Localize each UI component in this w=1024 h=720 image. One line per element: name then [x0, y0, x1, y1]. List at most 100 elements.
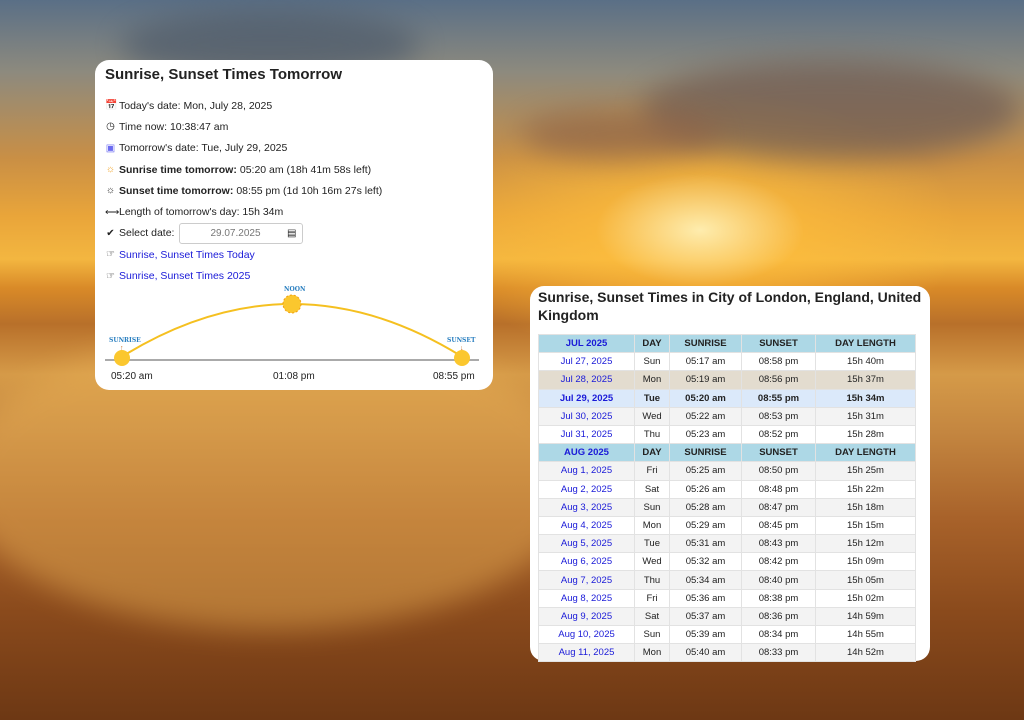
- table-row: Aug 6, 2025 Wed 05:32 am 08:42 pm 15h 09m: [538, 552, 916, 572]
- row-day-length: 15h 05m: [815, 570, 916, 590]
- row-day: Tue: [634, 534, 670, 554]
- row-sunset: 08:42 pm: [741, 552, 816, 572]
- arrows-horizontal-icon: ⟷: [105, 206, 120, 218]
- row-date[interactable]: Aug 9, 2025: [538, 606, 635, 627]
- month-header-row: JUL 2025 DAY SUNRISE SUNSET DAY LENGTH: [538, 333, 916, 354]
- table-row: Aug 3, 2025 Sun 05:28 am 08:47 pm 15h 18m: [538, 497, 916, 517]
- column-header: SUNRISE: [669, 443, 742, 463]
- table-row: Aug 10, 2025 Sun 05:39 am 08:34 pm 14h 55m: [538, 624, 916, 645]
- row-sunset: 08:36 pm: [741, 606, 816, 627]
- row-sunrise: 05:23 am: [669, 424, 742, 445]
- row-day-length: 14h 59m: [815, 606, 916, 627]
- row-sunset: 08:56 pm: [741, 370, 816, 390]
- row-sunrise: 05:26 am: [669, 479, 742, 499]
- row-sunrise: 05:19 am: [669, 370, 742, 390]
- sunset-sun-icon: [454, 350, 470, 366]
- table-row: Jul 28, 2025 Mon 05:19 am 08:56 pm 15h 37m: [538, 370, 916, 390]
- table-title: Sunrise, Sunset Times in City of London,…: [538, 289, 922, 323]
- table-row: Jul 30, 2025 Wed 05:22 am 08:53 pm 15h 31m: [538, 406, 916, 426]
- sunrise-value: 05:20 am (18h 41m 58s left): [239, 163, 372, 176]
- row-sunrise: 05:28 am: [669, 497, 742, 517]
- row-sunset: 08:40 pm: [741, 570, 816, 590]
- row-sunset: 08:55 pm: [741, 388, 816, 408]
- row-day-length: 15h 15m: [815, 515, 916, 536]
- row-date[interactable]: Aug 6, 2025: [538, 552, 635, 572]
- row-date[interactable]: Aug 10, 2025: [538, 624, 635, 645]
- row-day: Wed: [634, 406, 670, 426]
- select-date-label: Select date:: [119, 227, 175, 240]
- column-header: DAY LENGTH: [815, 333, 916, 354]
- check-icon: ✔: [106, 227, 115, 239]
- row-day: Sun: [634, 624, 670, 645]
- row-date[interactable]: Aug 2, 2025: [538, 479, 635, 499]
- today-date: Today's date: Mon, July 28, 2025: [119, 99, 273, 112]
- row-sunrise: 05:20 am: [669, 388, 742, 408]
- row-day: Mon: [634, 370, 670, 390]
- table-row: Aug 4, 2025 Mon 05:29 am 08:45 pm 15h 15m: [538, 515, 916, 536]
- row-day-length: 15h 09m: [815, 552, 916, 572]
- calendar-tomorrow-icon: ▣: [105, 142, 116, 154]
- sunset-tag: SUNSET: [447, 337, 476, 344]
- row-sunrise: 05:37 am: [669, 606, 742, 627]
- column-header: DAY LENGTH: [815, 443, 916, 463]
- noon-sun-icon: [282, 294, 302, 314]
- row-date[interactable]: Jul 27, 2025: [538, 352, 635, 372]
- row-day: Sun: [634, 352, 670, 372]
- row-date[interactable]: Aug 3, 2025: [538, 497, 635, 517]
- table-row: Aug 5, 2025 Tue 05:31 am 08:43 pm 15h 12m: [538, 534, 916, 554]
- table-row: Aug 1, 2025 Fri 05:25 am 08:50 pm 15h 25m: [538, 461, 916, 481]
- column-header: SUNSET: [741, 443, 816, 463]
- calendar-icon: 📅: [105, 100, 118, 112]
- row-sunrise: 05:31 am: [669, 534, 742, 554]
- row-sunrise: 05:17 am: [669, 352, 742, 372]
- link-sunrise-sunset-year[interactable]: Sunrise, Sunset Times 2025: [119, 270, 250, 282]
- row-sunset: 08:58 pm: [741, 352, 816, 372]
- row-date[interactable]: Aug 1, 2025: [538, 461, 635, 481]
- row-day: Fri: [634, 461, 670, 481]
- row-day: Sat: [634, 479, 670, 499]
- row-day-length: 15h 25m: [815, 461, 916, 481]
- table-row: Aug 11, 2025 Mon 05:40 am 08:33 pm 14h 52m: [538, 643, 916, 663]
- row-sunset: 08:48 pm: [741, 479, 816, 499]
- row-day: Sun: [634, 497, 670, 517]
- row-day: Sat: [634, 606, 670, 627]
- link-sunrise-sunset-today[interactable]: Sunrise, Sunset Times Today: [119, 249, 255, 261]
- calendar-picker-icon[interactable]: ▤: [287, 228, 296, 239]
- row-sunrise: 05:22 am: [669, 406, 742, 426]
- date-input[interactable]: 29.07.2025 ▤: [179, 222, 304, 244]
- sunset-label: Sunset time tomorrow:: [119, 184, 234, 197]
- row-date[interactable]: Jul 28, 2025: [538, 370, 635, 390]
- sun-times-table-card: Sunrise, Sunset Times in City of London,…: [530, 286, 930, 663]
- sunrise-icon: ☼: [105, 164, 116, 176]
- row-date[interactable]: Aug 4, 2025: [538, 515, 635, 536]
- row-sunset: 08:47 pm: [741, 497, 816, 517]
- down-arrow-icon: ↓: [460, 345, 464, 352]
- row-date[interactable]: Jul 30, 2025: [538, 406, 635, 426]
- row-sunset: 08:53 pm: [741, 406, 816, 426]
- table-row: Jul 27, 2025 Sun 05:17 am 08:58 pm 15h 40m: [538, 352, 916, 372]
- month-label: AUG 2025: [538, 443, 635, 463]
- row-day-length: 15h 37m: [815, 370, 916, 390]
- row-sunrise: 05:29 am: [669, 515, 742, 536]
- sunrise-time-label: 05:20 am: [111, 371, 153, 382]
- row-sunset: 08:45 pm: [741, 515, 816, 536]
- row-sunrise: 05:34 am: [669, 570, 742, 590]
- row-date[interactable]: Aug 8, 2025: [538, 588, 635, 608]
- row-day-length: 15h 34m: [815, 388, 916, 408]
- card-title: Sunrise, Sunset Times Tomorrow: [105, 66, 342, 83]
- row-sunrise: 05:36 am: [669, 588, 742, 608]
- row-date[interactable]: Aug 11, 2025: [538, 643, 635, 663]
- row-day: Mon: [634, 515, 670, 536]
- row-date[interactable]: Aug 5, 2025: [538, 534, 635, 554]
- row-date[interactable]: Jul 31, 2025: [538, 424, 635, 445]
- table-row: Aug 9, 2025 Sat 05:37 am 08:36 pm 14h 59m: [538, 606, 916, 627]
- column-header: SUNSET: [741, 333, 816, 354]
- row-date[interactable]: Aug 7, 2025: [538, 570, 635, 590]
- background-cloud: [520, 110, 720, 160]
- row-date[interactable]: Jul 29, 2025: [538, 388, 635, 408]
- table-row: Jul 31, 2025 Thu 05:23 am 08:52 pm 15h 28m: [538, 424, 916, 445]
- month-label: JUL 2025: [538, 333, 635, 354]
- sunset-value: 08:55 pm (1d 10h 16m 27s left): [236, 184, 383, 197]
- row-day-length: 14h 52m: [815, 643, 916, 663]
- row-day: Tue: [634, 388, 670, 408]
